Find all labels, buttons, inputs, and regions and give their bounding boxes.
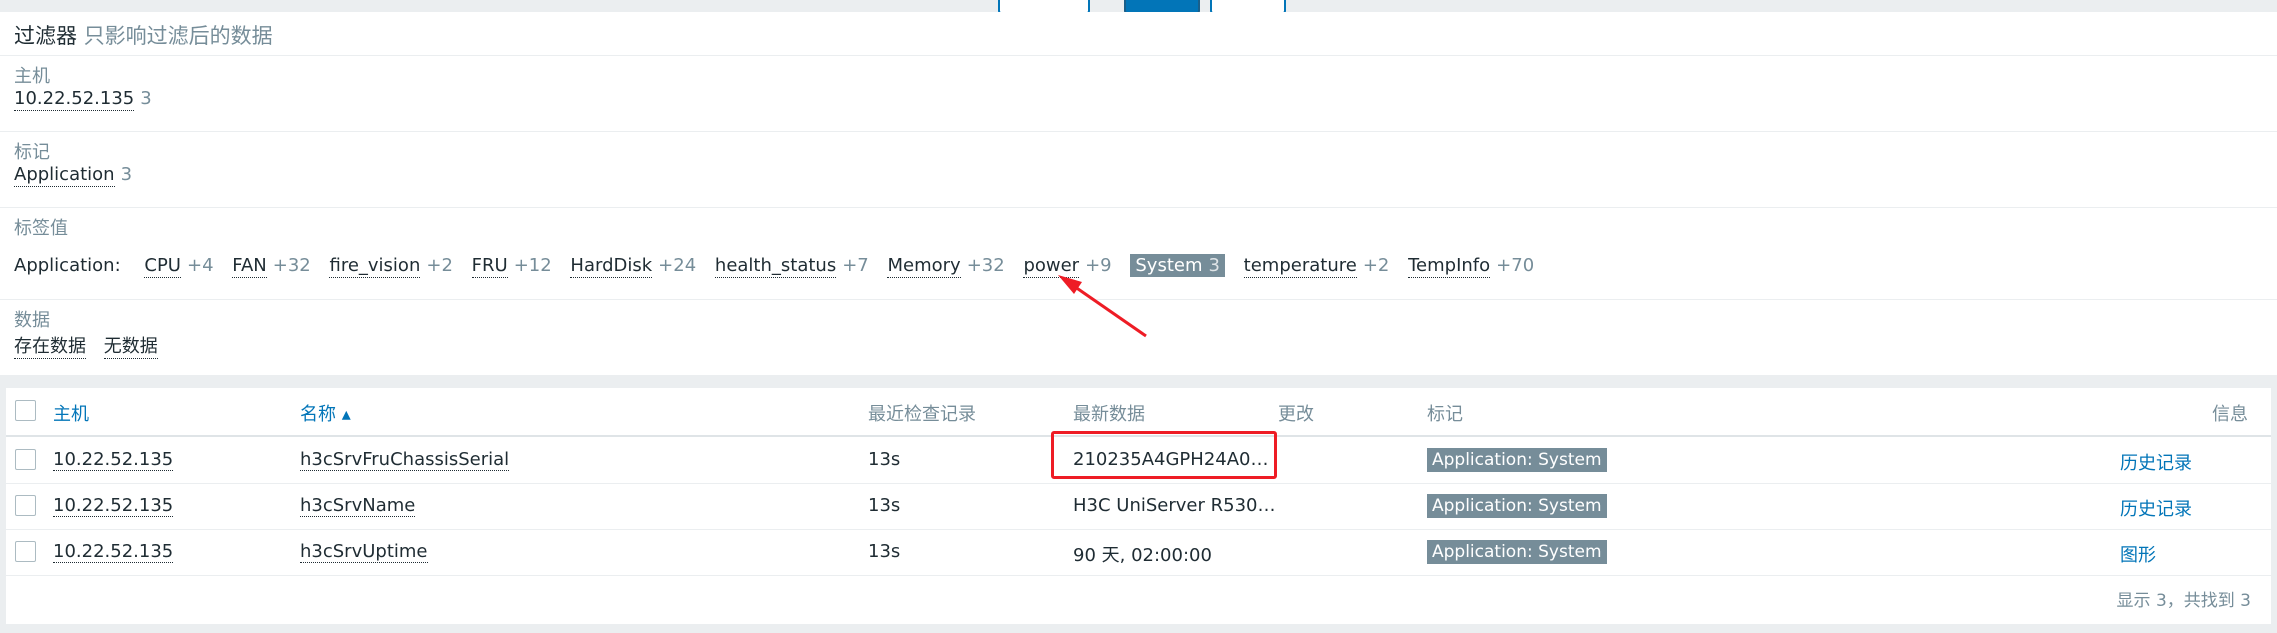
red-arrow-icon [1058,275,1147,338]
